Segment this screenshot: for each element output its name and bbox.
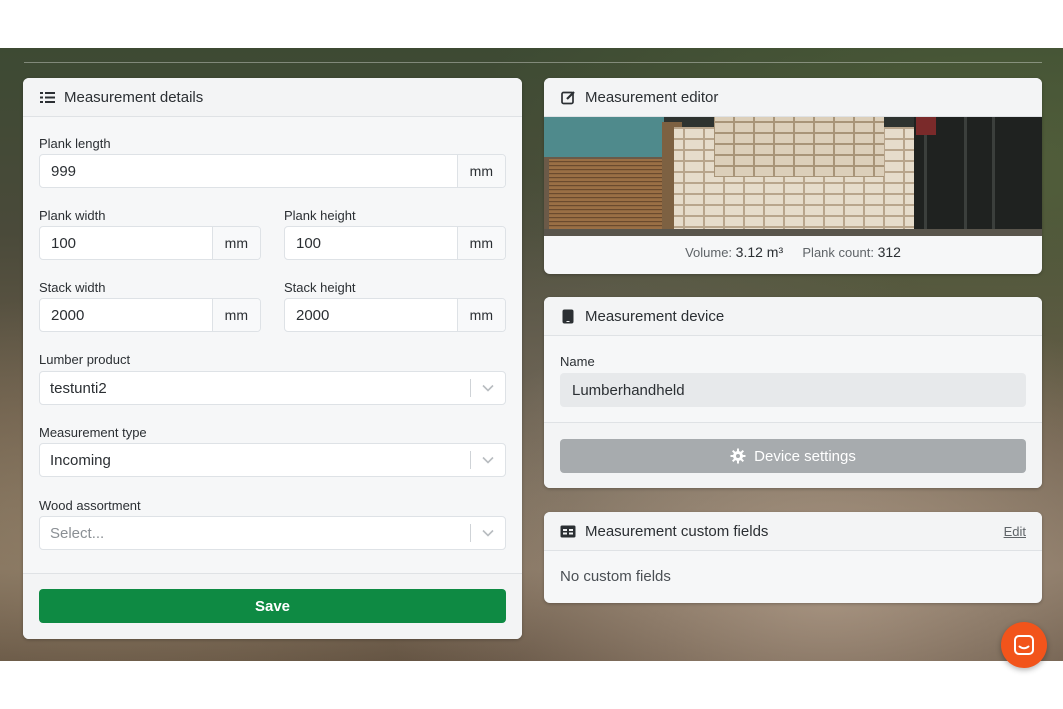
chat-icon	[1014, 635, 1034, 655]
plank-count-label: Plank count:	[802, 245, 874, 260]
volume-value: 3.12 m³	[735, 244, 784, 260]
measurement-device-card: Measurement device Name Lumberhandheld D…	[544, 297, 1042, 488]
lumber-stack-photo[interactable]	[544, 117, 1042, 236]
plank-height-value[interactable]: 100	[285, 227, 457, 259]
chevron-down-icon[interactable]	[471, 384, 505, 392]
divider	[24, 62, 1042, 63]
id-card-icon	[560, 523, 576, 539]
unit-addon: mm	[456, 227, 505, 259]
lumber-product-value: testunti2	[50, 379, 107, 397]
plank-length-field[interactable]: 999 mm	[39, 154, 506, 188]
stack-width-value[interactable]: 2000	[40, 299, 212, 331]
stats-row: Volume: 3.12 m³ Plank count: 312	[544, 244, 1042, 260]
measurement-editor-header: Measurement editor	[544, 78, 1042, 117]
card-title: Measurement editor	[585, 88, 719, 106]
gear-icon	[730, 448, 746, 464]
tablet-icon	[560, 308, 576, 324]
plank-height-field[interactable]: 100 mm	[284, 226, 506, 260]
edit-custom-fields-link[interactable]: Edit	[1004, 524, 1026, 539]
stack-height-value[interactable]: 2000	[285, 299, 457, 331]
plank-width-label: Plank width	[39, 208, 106, 223]
measurement-details-card: Measurement details Plank length 999 mm …	[23, 78, 522, 639]
chevron-down-icon[interactable]	[471, 529, 505, 537]
device-settings-label: Device settings	[754, 447, 856, 465]
volume-label: Volume:	[685, 245, 733, 260]
measurement-details-header: Measurement details	[23, 78, 522, 117]
card-title: Measurement device	[585, 307, 725, 325]
wood-assortment-label: Wood assortment	[39, 498, 141, 513]
stack-width-field[interactable]: 2000 mm	[39, 298, 261, 332]
list-icon	[39, 89, 55, 105]
measurement-type-label: Measurement type	[39, 425, 147, 440]
custom-fields-header: Measurement custom fields Edit	[544, 512, 1042, 551]
unit-addon: mm	[211, 299, 260, 331]
plank-height-label: Plank height	[284, 208, 356, 223]
wood-assortment-placeholder: Select...	[50, 524, 105, 542]
chat-launcher-button[interactable]	[1001, 622, 1047, 668]
plank-width-value[interactable]: 100	[40, 227, 212, 259]
edit-icon	[560, 89, 576, 105]
custom-fields-card: Measurement custom fields Edit No custom…	[544, 512, 1042, 603]
card-title: Measurement custom fields	[585, 522, 769, 540]
card-title: Measurement details	[64, 88, 204, 106]
device-name-label: Name	[560, 354, 595, 369]
lumber-product-select[interactable]: testunti2	[39, 371, 506, 405]
plank-count-value: 312	[877, 244, 901, 260]
no-custom-fields-text: No custom fields	[560, 568, 671, 585]
device-name-field: Lumberhandheld	[560, 373, 1026, 407]
measurement-device-header: Measurement device	[544, 297, 1042, 336]
plank-length-value[interactable]: 999	[40, 155, 457, 187]
measurement-editor-card: Measurement editor Volume: 3.12 m³ Plank…	[544, 78, 1042, 274]
stack-height-field[interactable]: 2000 mm	[284, 298, 506, 332]
chevron-down-icon[interactable]	[471, 456, 505, 464]
stack-width-label: Stack width	[39, 280, 106, 295]
device-settings-button[interactable]: Device settings	[560, 439, 1026, 473]
plank-length-label: Plank length	[39, 136, 111, 151]
unit-addon: mm	[211, 227, 260, 259]
measurement-type-value: Incoming	[50, 451, 111, 469]
unit-addon: mm	[456, 299, 505, 331]
stack-height-label: Stack height	[284, 280, 356, 295]
save-button[interactable]: Save	[39, 589, 506, 623]
lumber-product-label: Lumber product	[39, 352, 131, 367]
plank-width-field[interactable]: 100 mm	[39, 226, 261, 260]
wood-assortment-select[interactable]: Select...	[39, 516, 506, 550]
measurement-type-select[interactable]: Incoming	[39, 443, 506, 477]
unit-addon: mm	[456, 155, 505, 187]
